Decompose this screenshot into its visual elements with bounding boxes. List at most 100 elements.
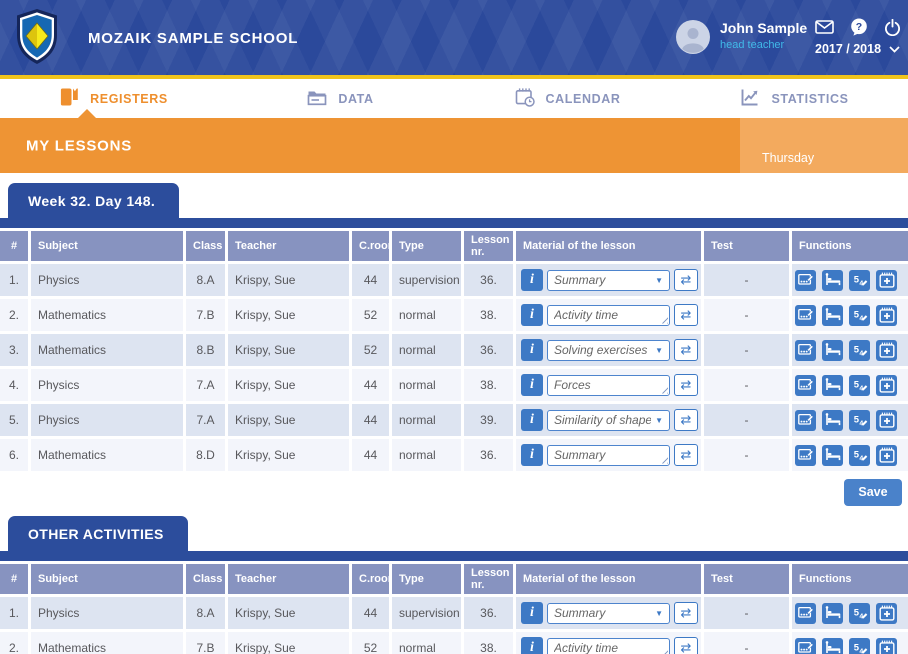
material-info-button[interactable]: i [521, 374, 543, 396]
material-value: Summary [554, 448, 663, 462]
swap-material-button[interactable]: ⇄ [674, 637, 698, 654]
grades-button[interactable]: 5 4 [849, 638, 870, 654]
calendar-add-button[interactable] [876, 410, 897, 431]
swap-material-button[interactable]: ⇄ [674, 339, 698, 361]
school-name: MOZAIK SAMPLE SCHOOL [88, 30, 298, 47]
material-info-button[interactable]: i [521, 602, 543, 624]
grades-button[interactable]: 5 4 [849, 270, 870, 291]
material-info-button[interactable]: i [521, 339, 543, 361]
calendar-add-button[interactable] [876, 638, 897, 654]
material-input[interactable]: Solving exercises ▼ [547, 340, 670, 361]
column-header: Lesson nr. [464, 231, 513, 261]
material-info-button[interactable]: i [521, 637, 543, 654]
day-selector[interactable]: Thursday [740, 118, 908, 173]
absence-bed-button[interactable] [822, 270, 843, 291]
calendar-add-button[interactable] [876, 340, 897, 361]
board-edit-button[interactable] [795, 375, 816, 396]
board-edit-button[interactable] [795, 270, 816, 291]
nav-tab-registers[interactable]: REGISTERS [0, 79, 227, 118]
swap-material-button[interactable]: ⇄ [674, 304, 698, 326]
column-header: # [0, 564, 28, 594]
subject-cell: Physics [31, 404, 183, 436]
mail-icon[interactable] [815, 20, 834, 34]
row-number: 2. [0, 632, 28, 654]
board-edit-button[interactable] [795, 305, 816, 326]
class-cell: 8.A [186, 264, 225, 296]
material-input[interactable]: Summary ▼ [547, 603, 670, 624]
material-info-button[interactable]: i [521, 409, 543, 431]
column-header: Functions [792, 564, 908, 594]
grades-button[interactable]: 5 4 [849, 445, 870, 466]
subject-cell: Mathematics [31, 299, 183, 331]
teacher-cell: Krispy, Sue [228, 369, 349, 401]
classroom-cell: 44 [352, 439, 389, 471]
material-info-button[interactable]: i [521, 269, 543, 291]
nav-tab-statistics[interactable]: STATISTICS [681, 79, 908, 118]
swap-material-button[interactable]: ⇄ [674, 602, 698, 624]
material-value: Summary [554, 606, 651, 620]
board-edit-button[interactable] [795, 445, 816, 466]
material-value: Solving exercises [554, 343, 651, 357]
tab-underbar [0, 218, 908, 228]
school-shield-logo [14, 8, 60, 71]
row-number: 2. [0, 299, 28, 331]
material-input[interactable]: Activity time ▼ [547, 638, 670, 654]
help-icon[interactable]: ? [850, 18, 868, 36]
nav-tab-data[interactable]: DATA [227, 79, 454, 118]
absence-bed-button[interactable] [822, 305, 843, 326]
absence-bed-button[interactable] [822, 375, 843, 396]
absence-bed-button[interactable] [822, 340, 843, 361]
calendar-add-button[interactable] [876, 305, 897, 326]
calendar-add-button[interactable] [876, 445, 897, 466]
material-input[interactable]: Forces ▼ [547, 375, 670, 396]
absence-bed-button[interactable] [822, 603, 843, 624]
material-input[interactable]: Summary ▼ [547, 445, 670, 466]
absence-bed-button[interactable] [822, 410, 843, 431]
lesson-row: 2. Mathematics 7.B Krispy, Sue 52 normal… [0, 632, 908, 654]
functions-cell: 5 4 [792, 299, 908, 331]
lesson-type-cell: normal [392, 334, 461, 366]
swap-material-button[interactable]: ⇄ [674, 374, 698, 396]
power-icon[interactable] [884, 19, 901, 36]
grades-button[interactable]: 5 4 [849, 340, 870, 361]
save-button[interactable]: Save [844, 479, 902, 506]
swap-material-button[interactable]: ⇄ [674, 444, 698, 466]
material-cell: i Activity time ▼ ⇄ [516, 632, 701, 654]
column-header: Class [186, 231, 225, 261]
calendar-add-button[interactable] [876, 270, 897, 291]
grades-button[interactable]: 5 4 [849, 603, 870, 624]
material-info-button[interactable]: i [521, 444, 543, 466]
lesson-row: 1. Physics 8.A Krispy, Sue 44 supervisio… [0, 264, 908, 296]
board-edit-button[interactable] [795, 340, 816, 361]
board-edit-button[interactable] [795, 638, 816, 654]
material-cell: i Summary ▼ ⇄ [516, 597, 701, 629]
swap-material-button[interactable]: ⇄ [674, 409, 698, 431]
calendar-add-button[interactable] [876, 375, 897, 396]
table-body: 1. Physics 8.A Krispy, Sue 44 supervisio… [0, 597, 908, 654]
functions-cell: 5 4 [792, 369, 908, 401]
material-input[interactable]: Summary ▼ [547, 270, 670, 291]
teacher-cell: Krispy, Sue [228, 264, 349, 296]
material-cell: i Summary ▼ ⇄ [516, 264, 701, 296]
material-info-button[interactable]: i [521, 304, 543, 326]
school-year-selector[interactable]: 2017 / 2018 [815, 42, 900, 56]
grades-button[interactable]: 5 4 [849, 410, 870, 431]
calendar-add-button[interactable] [876, 603, 897, 624]
subject-cell: Mathematics [31, 632, 183, 654]
board-edit-button[interactable] [795, 603, 816, 624]
material-input[interactable]: Similarity of shapes ▼ [547, 410, 670, 431]
lesson-number-cell: 36. [464, 264, 513, 296]
board-edit-button[interactable] [795, 410, 816, 431]
top-bar: MOZAIK SAMPLE SCHOOL John Sample head te… [0, 0, 908, 75]
test-cell: - [704, 439, 789, 471]
nav-tab-calendar[interactable]: CALENDAR [454, 79, 681, 118]
absence-bed-button[interactable] [822, 638, 843, 654]
user-menu[interactable]: John Sample head teacher [676, 20, 807, 59]
grades-button[interactable]: 5 4 [849, 375, 870, 396]
row-number: 1. [0, 597, 28, 629]
grades-button[interactable]: 5 4 [849, 305, 870, 326]
column-header: Teacher [228, 231, 349, 261]
absence-bed-button[interactable] [822, 445, 843, 466]
swap-material-button[interactable]: ⇄ [674, 269, 698, 291]
material-input[interactable]: Activity time ▼ [547, 305, 670, 326]
